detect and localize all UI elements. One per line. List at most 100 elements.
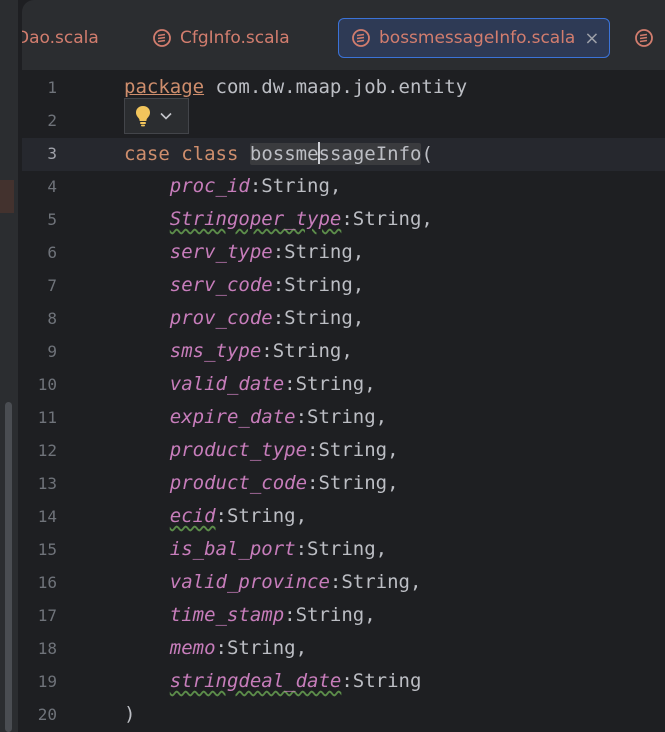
line-number: 6 [47,243,57,262]
tab-dao[interactable]: Dao.scala [22,18,99,58]
line-number: 3 [47,144,57,163]
parameter-type: :String, [329,571,422,593]
tab-next[interactable] [634,18,662,58]
class-name-part: ssageInfo [318,143,422,165]
package-name: com.dw.maap.job.entity [204,76,468,98]
code-line[interactable]: 1 package com.dw.maap.job.entity [22,72,665,105]
parameter-type: :String, [215,637,308,659]
code-text: ecid:String, [124,505,307,527]
parameter-type: :String, [261,340,353,362]
class-name-part: bossme [249,143,319,165]
code-line[interactable]: 19 stringdeal_date:String [22,666,665,699]
tab-label: Dao.scala [22,28,99,48]
code-line[interactable]: 17 time_stamp:String, [22,600,665,633]
scala-file-icon [635,29,653,47]
code-line[interactable]: 12 product_type:String, [22,435,665,468]
line-number: 20 [37,705,57,724]
code-line[interactable]: 10 valid_date:String, [22,369,665,402]
code-line[interactable]: 7 serv_code:String, [22,270,665,303]
parameter-name: product_code [169,472,308,494]
code-line[interactable]: 20 ) [22,699,665,732]
code-line[interactable]: 8 prov_code:String, [22,303,665,336]
parameter-name: prov_code [169,307,273,329]
code-line[interactable]: 18 memo:String, [22,633,665,666]
line-number: 7 [47,276,57,295]
code-text: package com.dw.maap.job.entity [124,76,467,98]
parameter-type: :String, [215,505,308,527]
code-text: product_type:String, [124,439,399,461]
project-tree-selected-row[interactable] [0,180,14,213]
code-line[interactable]: 16 valid_province:String, [22,567,665,600]
code-line[interactable]: 2 [22,105,665,138]
code-editor[interactable]: 1 package com.dw.maap.job.entity 2 3 cas… [22,71,665,732]
line-number: 11 [37,408,57,427]
keyword: case [124,143,170,165]
project-panel-header-edge [0,0,18,70]
parameter-type: :String, [272,307,365,329]
tab-cfginfo[interactable]: CfgInfo.scala [152,18,290,58]
line-number: 14 [37,507,57,526]
parameter-name: ecid [169,505,216,527]
code-line[interactable]: 14 ecid:String, [22,501,665,534]
code-line[interactable]: 15 is_bal_port:String, [22,534,665,567]
parameter-type: :String, [284,373,376,395]
line-number: 10 [37,375,57,394]
code-line-current[interactable]: 3 case class bossmessageInfo( [22,138,665,171]
chevron-down-icon [160,112,172,120]
line-number: 4 [47,177,57,196]
parameter-type: :String, [307,439,399,461]
parameter-name: Stringoper_type [169,208,342,230]
line-number: 13 [37,474,57,493]
code-text: stringdeal_date:String [124,670,422,692]
code-text: is_bal_port:String, [124,538,387,560]
parameter-name: expire_date [169,406,296,428]
parameter-type: :String, [249,175,342,197]
code-text: memo:String, [124,637,307,659]
line-number: 5 [47,210,57,229]
line-number: 19 [37,672,57,691]
code-line[interactable]: 11 expire_date:String, [22,402,665,435]
project-panel-scrollbar[interactable] [5,402,12,732]
code-line[interactable]: 5 Stringoper_type:String, [22,204,665,237]
close-paren: ) [124,703,136,725]
code-text: proc_id:String, [124,175,342,197]
parameter-name: memo [169,637,216,659]
intention-actions-button[interactable] [124,98,189,134]
parameter-name: time_stamp [169,604,285,626]
code-text: prov_code:String, [124,307,364,329]
scala-file-icon [352,29,370,47]
line-number: 16 [37,573,57,592]
line-number: 18 [37,639,57,658]
code-text: expire_date:String, [124,406,387,428]
code-line[interactable]: 4 proc_id:String, [22,171,665,204]
open-paren: ( [421,143,433,165]
parameter-type: :String [341,670,422,692]
code-text: time_stamp:String, [124,604,376,626]
parameter-type: :String, [295,406,388,428]
parameter-name: serv_type [169,241,273,263]
code-line[interactable]: 9 sms_type:String, [22,336,665,369]
line-number: 12 [37,441,57,460]
editor-tab-bar: Dao.scala CfgInfo.scala bossmessageInfo.… [22,0,665,71]
code-text: valid_date:String, [124,373,376,395]
code-text: Stringoper_type:String, [124,208,433,230]
ide-window: Dao.scala CfgInfo.scala bossmessageInfo.… [0,0,665,732]
line-number: 15 [37,540,57,559]
tab-bossmessageinfo[interactable]: bossmessageInfo.scala × [338,18,611,58]
parameter-name: valid_date [169,373,285,395]
code-line[interactable]: 6 serv_type:String, [22,237,665,270]
scala-file-icon [153,29,171,47]
keyword: class [181,143,239,165]
tab-label: CfgInfo.scala [180,28,290,48]
parameter-type: :String, [295,538,388,560]
code-text: product_code:String, [124,472,399,494]
code-text: serv_code:String, [124,274,364,296]
line-number: 9 [47,342,57,361]
code-text: serv_type:String, [124,241,364,263]
line-number: 17 [37,606,57,625]
code-line[interactable]: 13 product_code:String, [22,468,665,501]
line-number: 2 [47,111,57,130]
parameter-name: proc_id [169,175,250,197]
parameter-name: stringdeal_date [169,670,342,692]
close-icon[interactable]: × [584,28,599,49]
